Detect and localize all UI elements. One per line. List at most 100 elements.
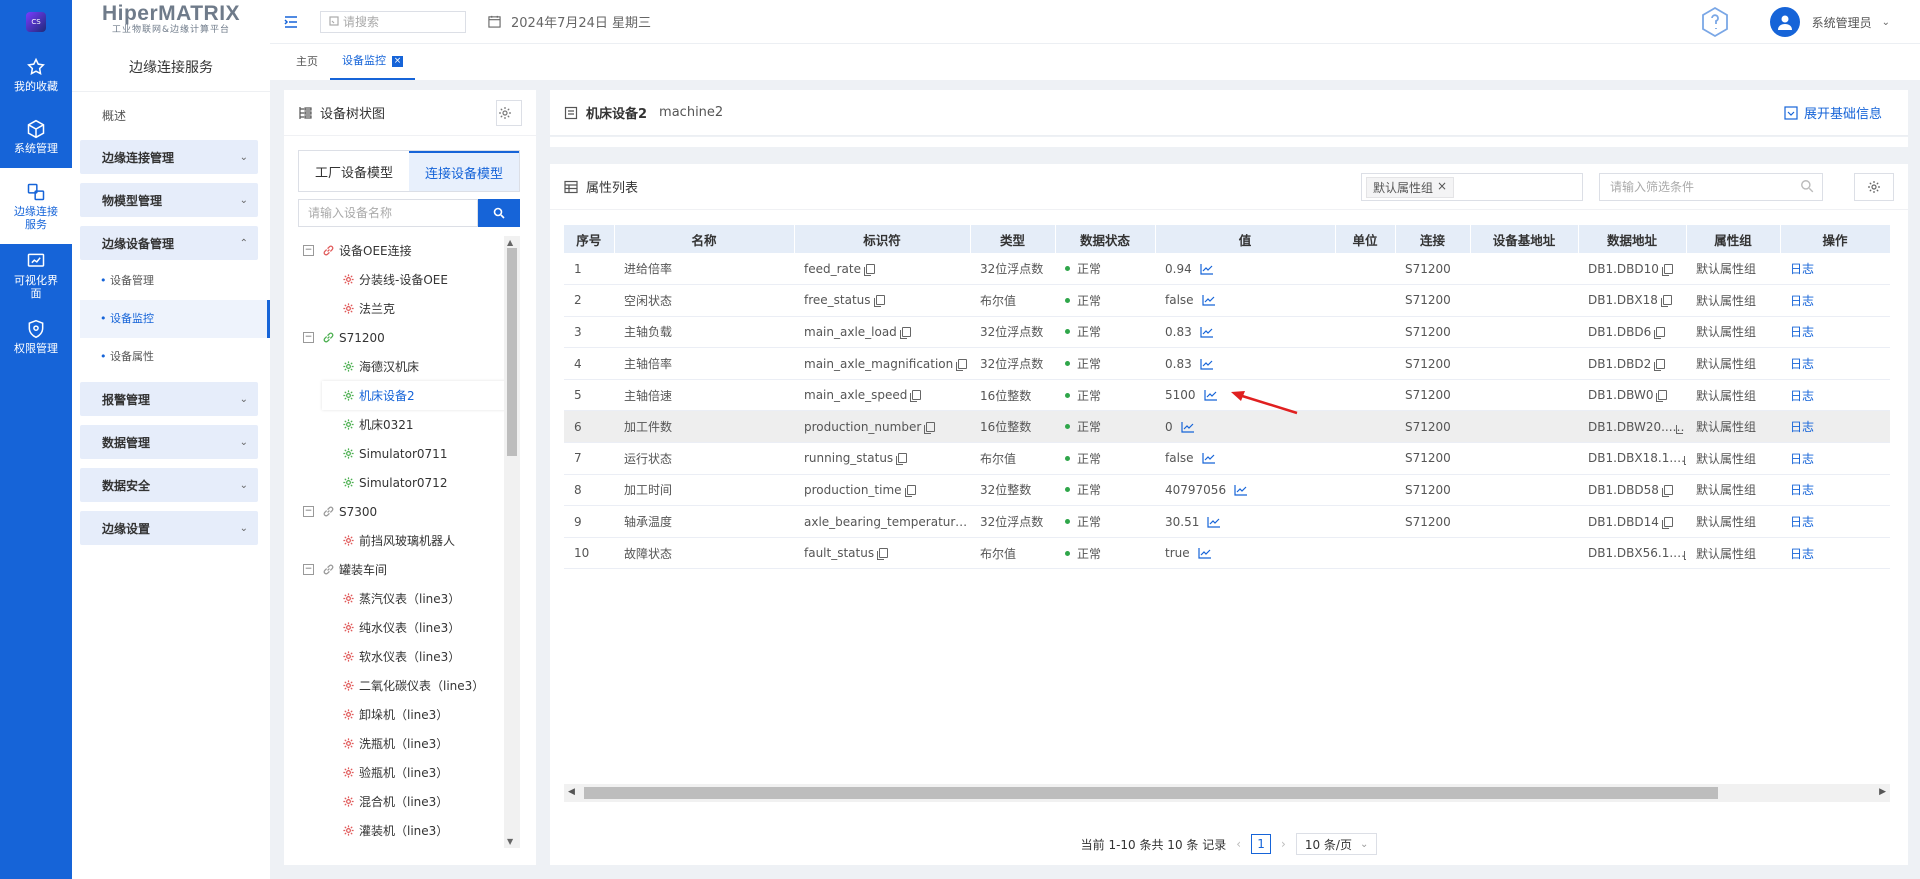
trend-chart-icon[interactable] bbox=[1198, 547, 1212, 559]
scroll-thumb[interactable] bbox=[584, 787, 1718, 799]
tree-device-node[interactable]: 卸垛机（line3） bbox=[298, 700, 508, 729]
cell-op[interactable]: 日志 bbox=[1780, 284, 1890, 317]
copy-icon[interactable] bbox=[924, 421, 936, 434]
sidebar-group-edge-device[interactable]: 边缘设备管理 ⌃ bbox=[80, 226, 258, 260]
column-header[interactable]: 序号 bbox=[564, 225, 615, 253]
tree-device-node[interactable]: 法兰克 bbox=[298, 294, 508, 323]
trend-chart-icon[interactable] bbox=[1201, 452, 1216, 464]
column-settings-button[interactable] bbox=[1854, 173, 1894, 201]
cell-op[interactable]: 日志 bbox=[1780, 316, 1890, 349]
sidebar-group-security[interactable]: 数据安全 ⌄ bbox=[80, 468, 258, 502]
copy-icon[interactable] bbox=[1661, 484, 1673, 497]
table-h-scrollbar[interactable]: ◀ ▶ bbox=[564, 784, 1890, 802]
tree-connection-node[interactable]: − 设备OEE连接 bbox=[298, 236, 508, 265]
tree-connection-node[interactable]: − S71200 bbox=[298, 323, 508, 352]
tree-device-node[interactable]: 蒸汽仪表（line3） bbox=[298, 584, 508, 613]
rail-item-favorites[interactable]: 我的收藏 bbox=[0, 44, 72, 106]
column-header[interactable]: 值 bbox=[1155, 225, 1336, 253]
rail-item-permission[interactable]: 权限管理 bbox=[0, 306, 72, 368]
scroll-down-icon[interactable]: ▼ bbox=[507, 837, 513, 846]
sidebar-group-alarm[interactable]: 报警管理 ⌄ bbox=[80, 382, 258, 416]
table-row[interactable]: 7 运行状态 running_status 布尔值 正常 false S71200 DB1.D… bbox=[564, 442, 1890, 475]
table-row[interactable]: 3 主轴负载 main_axle_load 32位浮点数 正常 0.83 S71200 DB1… bbox=[564, 316, 1890, 349]
cell-op[interactable]: 日志 bbox=[1780, 347, 1890, 380]
tab-home[interactable]: 主页 bbox=[284, 44, 330, 80]
table-row[interactable]: 2 空闲状态 free_status 布尔值 正常 false S71200 DB1.DBX1… bbox=[564, 284, 1890, 317]
tree-device-node[interactable]: Simulator0711 bbox=[298, 439, 508, 468]
cell-op[interactable]: 日志 bbox=[1780, 379, 1890, 412]
copy-icon[interactable] bbox=[910, 390, 922, 403]
tab-connection-model[interactable]: 连接设备模型 bbox=[409, 151, 519, 191]
copy-icon[interactable] bbox=[1654, 326, 1666, 339]
prev-page-icon[interactable]: ‹ bbox=[1236, 837, 1241, 851]
tree-device-node[interactable]: 纯水仪表（line3） bbox=[298, 613, 508, 642]
cell-op[interactable]: 日志 bbox=[1780, 253, 1890, 286]
column-header[interactable]: 数据地址 bbox=[1578, 225, 1687, 253]
sidebar-item-device-monitor[interactable]: 设备监控 bbox=[80, 300, 270, 338]
collapse-toggle-icon[interactable]: − bbox=[303, 564, 314, 575]
table-row[interactable]: 8 加工时间 production_time 32位整数 正常 40797056 S7120… bbox=[564, 474, 1890, 507]
tree-device-node[interactable]: 验瓶机（line3） bbox=[298, 758, 508, 787]
copy-icon[interactable] bbox=[1661, 263, 1673, 276]
table-row[interactable]: 6 加工件数 production_number 16位整数 正常 0 S71200 DB1.… bbox=[564, 410, 1890, 444]
copy-icon[interactable] bbox=[877, 548, 889, 561]
tree-device-node[interactable]: 前挡风玻璃机器人 bbox=[298, 526, 508, 555]
sidebar-group-settings[interactable]: 边缘设置 ⌄ bbox=[80, 511, 258, 545]
table-row[interactable]: 9 轴承温度 axle_bearing_temperature... 32位浮点数 正常… bbox=[564, 505, 1890, 538]
column-header[interactable]: 名称 bbox=[614, 225, 795, 253]
tree-device-node[interactable]: 机床0321 bbox=[298, 410, 508, 439]
page-size-select[interactable]: 10 条/页 ⌄ bbox=[1295, 833, 1378, 855]
tree-device-node[interactable]: 二氧化碳仪表（line3） bbox=[298, 671, 508, 700]
cell-op[interactable]: 日志 bbox=[1780, 505, 1890, 538]
tree-connection-node[interactable]: − 罐装车间 bbox=[298, 555, 508, 584]
filter-input[interactable]: 请输入筛选条件 bbox=[1599, 173, 1823, 201]
expand-basic-info-button[interactable]: 展开基础信息 bbox=[1784, 103, 1882, 122]
scroll-thumb[interactable] bbox=[507, 248, 517, 456]
trend-chart-icon[interactable] bbox=[1200, 326, 1214, 338]
sidebar-group-data[interactable]: 数据管理 ⌄ bbox=[80, 425, 258, 459]
column-header[interactable]: 数据状态 bbox=[1055, 225, 1156, 253]
close-icon[interactable]: × bbox=[1437, 179, 1447, 196]
column-header[interactable]: 标识符 bbox=[794, 225, 971, 253]
next-page-icon[interactable]: › bbox=[1281, 837, 1286, 851]
scroll-up-icon[interactable]: ▲ bbox=[507, 238, 513, 247]
table-row[interactable]: 4 主轴倍率 main_axle_magnification 32位浮点数 正常 0.83… bbox=[564, 347, 1890, 380]
trend-chart-icon[interactable] bbox=[1200, 263, 1214, 275]
avatar[interactable] bbox=[1769, 7, 1800, 37]
column-header[interactable]: 属性组 bbox=[1686, 225, 1781, 253]
copy-icon[interactable] bbox=[899, 326, 911, 339]
page-number[interactable]: 1 bbox=[1251, 834, 1272, 854]
copy-icon[interactable] bbox=[1661, 516, 1673, 529]
copy-icon[interactable] bbox=[1656, 390, 1668, 403]
close-icon[interactable]: × bbox=[392, 55, 403, 67]
chevron-down-icon[interactable]: ⌄ bbox=[1882, 17, 1890, 28]
table-row[interactable]: 5 主轴倍速 main_axle_speed 16位整数 正常 5100 S71200 DB1… bbox=[564, 379, 1890, 412]
tab-factory-model[interactable]: 工厂设备模型 bbox=[299, 151, 409, 191]
column-header[interactable]: 类型 bbox=[970, 225, 1056, 253]
cell-op[interactable]: 日志 bbox=[1780, 410, 1890, 444]
tree-device-node[interactable]: 软水仪表（line3） bbox=[298, 642, 508, 671]
trend-chart-icon[interactable] bbox=[1207, 516, 1221, 528]
trend-chart-icon[interactable] bbox=[1181, 421, 1195, 433]
trend-chart-icon[interactable] bbox=[1203, 389, 1218, 401]
tree-device-node[interactable]: 灌装机（line3） bbox=[298, 816, 508, 845]
cell-op[interactable]: 日志 bbox=[1780, 537, 1890, 570]
sidebar-group-thing-model[interactable]: 物模型管理 ⌄ bbox=[80, 183, 258, 217]
copy-icon[interactable] bbox=[1654, 358, 1666, 371]
rail-item-visual[interactable]: 可视化界 面 bbox=[0, 244, 72, 306]
copy-icon[interactable] bbox=[956, 358, 968, 371]
menu-fold-icon[interactable] bbox=[284, 15, 298, 29]
collapse-toggle-icon[interactable]: − bbox=[303, 245, 314, 256]
device-name-input[interactable]: 请输入设备名称 bbox=[298, 199, 478, 227]
tree-device-node[interactable]: 机床设备2 bbox=[322, 381, 508, 410]
copy-icon[interactable] bbox=[904, 484, 916, 497]
column-header[interactable]: 连接 bbox=[1395, 225, 1471, 253]
rail-item-system[interactable]: 系统管理 bbox=[0, 106, 72, 168]
sidebar-item-device-management[interactable]: 设备管理 bbox=[72, 262, 270, 300]
tree-search-button[interactable] bbox=[478, 199, 520, 227]
help-icon[interactable] bbox=[1700, 6, 1730, 38]
property-group-select[interactable]: 默认属性组 × bbox=[1361, 173, 1583, 201]
app-logo[interactable]: CS bbox=[0, 0, 72, 44]
tree-device-node[interactable]: 海德汉机床 bbox=[298, 352, 508, 381]
collapse-toggle-icon[interactable]: − bbox=[303, 506, 314, 517]
